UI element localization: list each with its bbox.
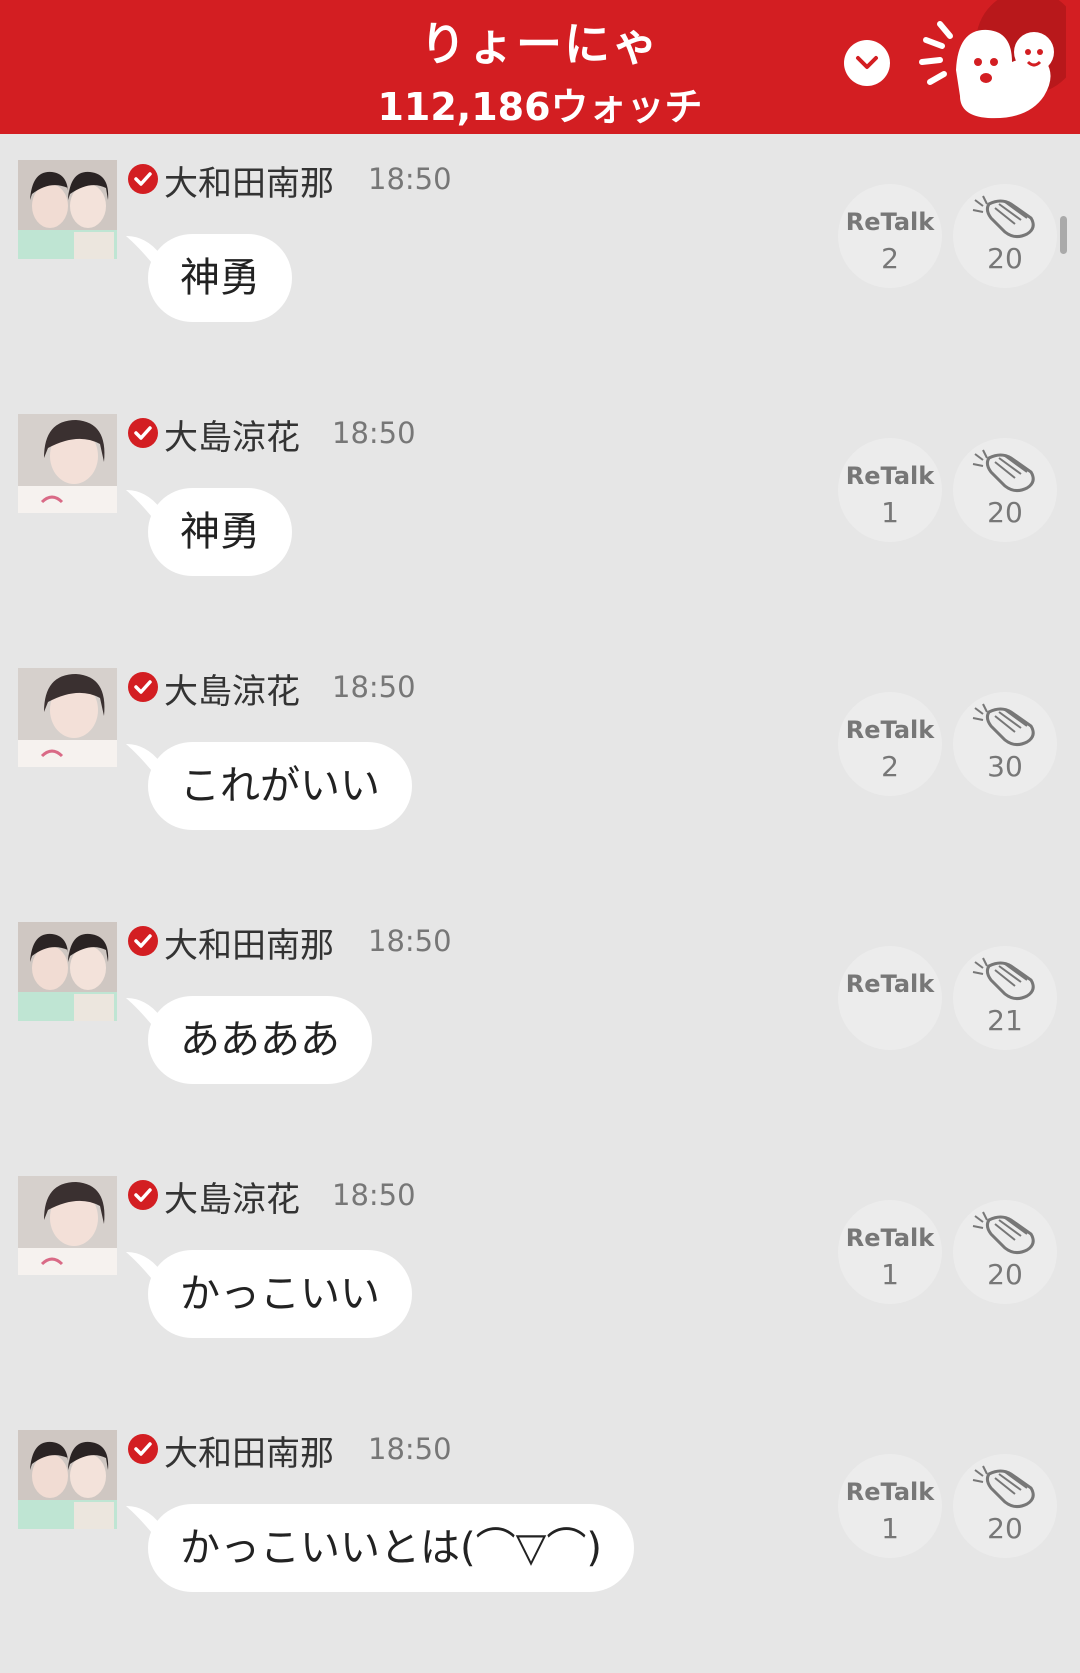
message-feed[interactable]: 大和田南那 18:50 神勇 ReTalk 2 20 大島涼花 18:50 神勇…: [0, 134, 1080, 1673]
retalk-button[interactable]: ReTalk 1: [838, 438, 942, 542]
clap-icon: [972, 703, 1035, 747]
retalk-count: 1: [881, 1258, 899, 1291]
scrollbar[interactable]: [1060, 216, 1067, 254]
message-item: 大和田南那 18:50 ああああ ReTalk 21: [0, 896, 1080, 1150]
clap-button[interactable]: 30: [953, 692, 1057, 796]
clap-button[interactable]: 20: [953, 1200, 1057, 1304]
clap-count: 21: [987, 1004, 1023, 1037]
avatar[interactable]: [18, 1430, 117, 1529]
avatar[interactable]: [18, 1176, 117, 1275]
sender-name[interactable]: 大和田南那: [164, 1426, 334, 1475]
retalk-label: ReTalk: [845, 462, 935, 490]
message-bubble[interactable]: 神勇: [148, 234, 292, 322]
retalk-button[interactable]: ReTalk 1: [838, 1200, 942, 1304]
clap-icon: [972, 957, 1035, 1001]
retalk-label: ReTalk: [845, 208, 935, 236]
avatar[interactable]: [18, 160, 117, 259]
clap-button[interactable]: 20: [953, 184, 1057, 288]
verified-check-icon: [128, 164, 158, 194]
sender-name[interactable]: 大和田南那: [164, 156, 334, 205]
clap-icon: [972, 195, 1035, 239]
sender-name[interactable]: 大和田南那: [164, 918, 334, 967]
retalk-button[interactable]: ReTalk 2: [838, 692, 942, 796]
message-bubble[interactable]: かっこいいとは(⌒▽⌒): [148, 1504, 634, 1592]
message-bubble[interactable]: かっこいい: [148, 1250, 412, 1338]
retalk-label: ReTalk: [845, 716, 935, 744]
message-item: 大和田南那 18:50 かっこいいとは(⌒▽⌒) ReTalk 1 20: [0, 1404, 1080, 1658]
retalk-button[interactable]: ReTalk: [838, 946, 942, 1050]
clap-count: 20: [987, 1512, 1023, 1545]
message-time: 18:50: [368, 162, 452, 196]
clap-icon: [972, 1211, 1035, 1255]
retalk-label: ReTalk: [845, 1224, 935, 1252]
clap-count: 30: [987, 750, 1023, 783]
clap-button[interactable]: 20: [953, 1454, 1057, 1558]
message-item: 大和田南那 18:50 神勇 ReTalk 2 20: [0, 134, 1080, 388]
retalk-label: ReTalk: [845, 1478, 935, 1506]
message-time: 18:50: [368, 1432, 452, 1466]
clap-button[interactable]: 21: [953, 946, 1057, 1050]
avatar[interactable]: [18, 922, 117, 1021]
ghost-mascot-icon[interactable]: [916, 0, 1066, 134]
message-item: 大島涼花 18:50 これがいい ReTalk 2 30: [0, 642, 1080, 896]
message-time: 18:50: [332, 416, 416, 450]
sender-name[interactable]: 大島涼花: [164, 410, 300, 459]
avatar[interactable]: [18, 414, 117, 513]
retalk-count: 1: [881, 496, 899, 529]
clap-button[interactable]: 20: [953, 438, 1057, 542]
message-bubble[interactable]: ああああ: [148, 996, 372, 1084]
clap-count: 20: [987, 242, 1023, 275]
retalk-label: ReTalk: [845, 970, 935, 998]
sender-name[interactable]: 大島涼花: [164, 1172, 300, 1221]
verified-check-icon: [128, 926, 158, 956]
clap-count: 20: [987, 1258, 1023, 1291]
retalk-count: 2: [881, 242, 899, 275]
message-item: 大島涼花 18:50 かっこいい ReTalk 1 20: [0, 1150, 1080, 1404]
clap-count: 20: [987, 496, 1023, 529]
verified-check-icon: [128, 1180, 158, 1210]
clap-icon: [972, 449, 1035, 493]
message-bubble[interactable]: 神勇: [148, 488, 292, 576]
chevron-down-icon[interactable]: [844, 40, 890, 86]
message-time: 18:50: [368, 924, 452, 958]
message-bubble[interactable]: これがいい: [148, 742, 412, 830]
message-time: 18:50: [332, 670, 416, 704]
message-item: 大島涼花 18:50 神勇 ReTalk 1 20: [0, 388, 1080, 642]
retalk-count: 1: [881, 1512, 899, 1545]
avatar[interactable]: [18, 668, 117, 767]
verified-check-icon: [128, 1434, 158, 1464]
retalk-count: 2: [881, 750, 899, 783]
message-time: 18:50: [332, 1178, 416, 1212]
sender-name[interactable]: 大島涼花: [164, 664, 300, 713]
verified-check-icon: [128, 418, 158, 448]
clap-icon: [972, 1465, 1035, 1509]
retalk-button[interactable]: ReTalk 1: [838, 1454, 942, 1558]
retalk-button[interactable]: ReTalk 2: [838, 184, 942, 288]
app-header: りょーにゃ 112,186ウォッチ: [0, 0, 1080, 134]
verified-check-icon: [128, 672, 158, 702]
